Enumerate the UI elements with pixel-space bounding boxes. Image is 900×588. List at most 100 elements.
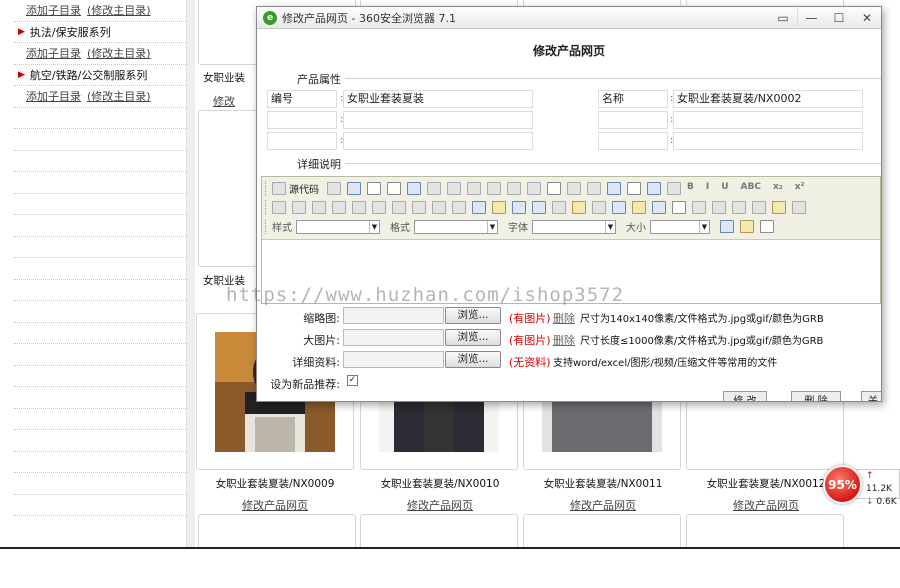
unlink-icon[interactable] [452,201,466,214]
add-subcategory-link[interactable]: 添加子目录 [26,45,81,61]
image-button-icon[interactable] [772,201,786,214]
attr-label-field[interactable] [598,132,668,150]
browse-button[interactable]: 浏览... [445,351,501,368]
select-all-icon[interactable] [647,182,661,195]
edit-product-link[interactable]: 修改产品网页 [358,497,522,513]
spellcheck-icon[interactable] [547,182,561,195]
checkbox-icon[interactable] [652,201,666,214]
paste-text-icon[interactable] [487,182,501,195]
align-justify-icon[interactable] [412,201,426,214]
image-icon[interactable] [492,201,506,214]
edit-product-link[interactable]: 修改 [194,93,254,109]
page-break-icon[interactable] [612,201,626,214]
about-icon[interactable] [760,220,774,233]
delete-file-link[interactable]: 删除 [553,332,575,348]
button-field-icon[interactable] [752,201,766,214]
underline-icon[interactable]: U [721,182,728,195]
new-product-checkbox[interactable]: ✓ [347,375,358,386]
outdent-icon[interactable] [312,201,326,214]
replace-icon[interactable] [627,182,641,195]
save-icon[interactable] [347,182,361,195]
attr-value-field[interactable] [343,132,533,150]
special-char-icon[interactable] [592,201,606,214]
paste-icon[interactable] [467,182,481,195]
add-subcategory-link[interactable]: 添加子目录 [26,2,81,18]
copy-icon[interactable] [447,182,461,195]
unordered-list-icon[interactable] [292,201,306,214]
align-center-icon[interactable] [372,201,386,214]
attr-label-field[interactable] [598,111,668,129]
size-select[interactable]: ▼ [650,219,710,234]
file-path-input[interactable] [343,329,444,346]
file-path-input[interactable] [343,351,444,368]
edit-product-link[interactable]: 修改产品网页 [521,497,685,513]
print-icon[interactable] [527,182,541,195]
hidden-field-icon[interactable] [792,201,806,214]
subscript-icon[interactable]: x₂ [773,182,783,195]
remove-format-icon[interactable] [667,182,681,195]
attr-value-field[interactable] [343,111,533,129]
maximize-icon[interactable]: ☐ [825,7,853,29]
close-button[interactable]: 关 [861,391,881,401]
select-field-icon[interactable] [732,201,746,214]
indent-icon[interactable] [332,201,346,214]
file-path-input[interactable] [343,307,444,324]
browse-button[interactable]: 浏览... [445,307,501,324]
attr-value-field[interactable] [673,132,863,150]
delete-button[interactable]: 删 除 [791,391,841,401]
form-icon[interactable] [632,201,646,214]
font-select[interactable]: ▼ [532,219,616,234]
radio-icon[interactable] [672,201,686,214]
edit-product-link[interactable]: 修改产品网页 [193,497,357,513]
print-preview-icon[interactable] [387,182,401,195]
preview-icon[interactable] [327,182,341,195]
edit-main-category-link[interactable]: (修改主目录) [87,45,151,61]
attr-value-field[interactable] [673,111,863,129]
minimize-icon[interactable]: — [797,7,825,29]
add-subcategory-link[interactable]: 添加子目录 [26,88,81,104]
tree-category-row[interactable]: ▶ 执法/保安服系列 [14,22,186,43]
bold-icon[interactable]: B [687,182,694,195]
table-icon[interactable] [532,201,546,214]
attr-label-field[interactable]: 名称 [598,90,668,108]
text-color-icon[interactable] [720,220,734,233]
anchor-icon[interactable] [472,201,486,214]
cut-icon[interactable] [427,182,441,195]
flash-icon[interactable] [512,201,526,214]
textarea-icon[interactable] [712,201,726,214]
align-right-icon[interactable] [392,201,406,214]
menu-icon[interactable]: ▭ [769,7,797,29]
ordered-list-icon[interactable] [272,201,286,214]
new-page-icon[interactable] [367,182,381,195]
window-titlebar[interactable]: e 修改产品网页 - 360安全浏览器 7.1 ▭ — ☐ ✕ [257,7,881,29]
align-left-icon[interactable] [352,201,366,214]
source-button[interactable]: 源代码 [272,181,319,196]
paste-word-icon[interactable] [507,182,521,195]
undo-icon[interactable] [567,182,581,195]
attr-label-field[interactable]: 编号 [267,90,337,108]
delete-file-link[interactable]: 删除 [553,310,575,326]
format-select[interactable]: ▼ [414,219,498,234]
tree-category-row[interactable]: ▶ 航空/铁路/公交制服系列 [14,65,186,86]
speed-widget[interactable]: ↑ 11.2K ↓ 0.6K 95% [823,463,900,507]
edit-main-category-link[interactable]: (修改主目录) [87,2,151,18]
textfield-icon[interactable] [692,201,706,214]
strikethrough-icon[interactable]: ABC [741,182,761,195]
template-icon[interactable] [407,182,421,195]
italic-icon[interactable]: I [706,182,709,195]
attr-label-field[interactable] [267,111,337,129]
bg-color-icon[interactable] [740,220,754,233]
name-value-field[interactable]: 女职业套装夏装/NX0002 [673,90,863,108]
close-icon[interactable]: ✕ [853,7,881,29]
find-icon[interactable] [607,182,621,195]
browse-button[interactable]: 浏览... [445,329,501,346]
superscript-icon[interactable]: x² [795,182,805,195]
style-select[interactable]: ▼ [296,219,380,234]
redo-icon[interactable] [587,182,601,195]
link-icon[interactable] [432,201,446,214]
horizontal-rule-icon[interactable] [552,201,566,214]
edit-main-category-link[interactable]: (修改主目录) [87,88,151,104]
save-button[interactable]: 修 改 [723,391,767,401]
attr-label-field[interactable] [267,132,337,150]
smiley-icon[interactable] [572,201,586,214]
